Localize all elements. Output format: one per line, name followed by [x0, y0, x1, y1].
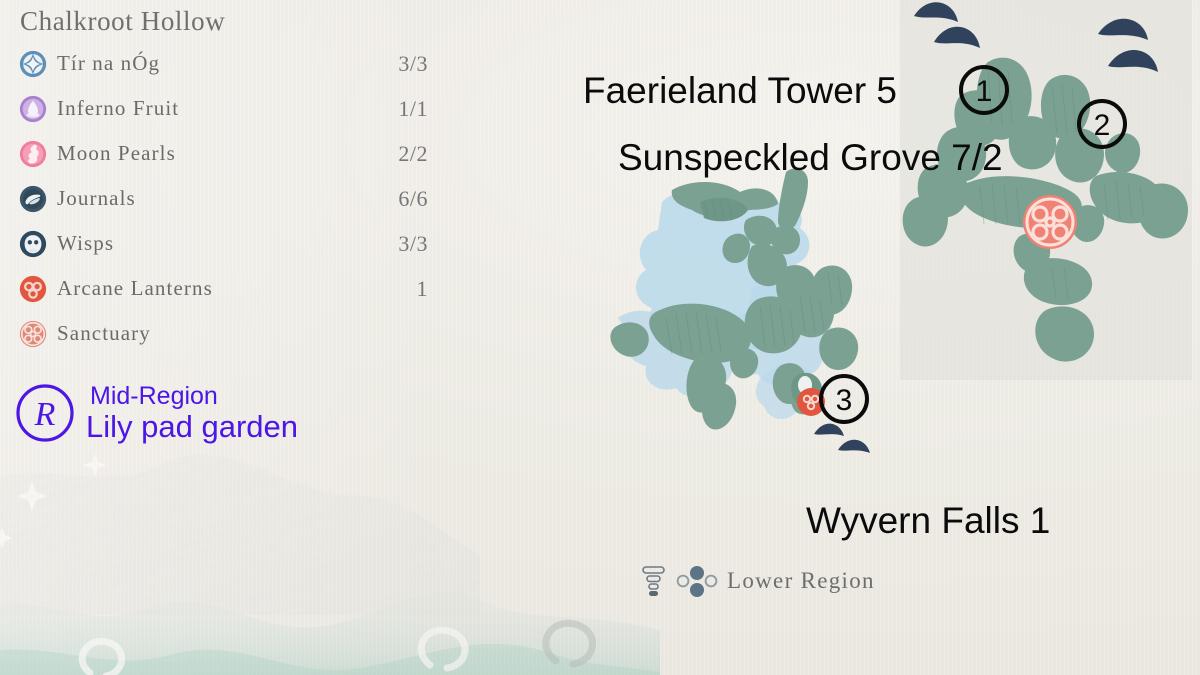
list-item-value: 3/3 — [398, 230, 428, 256]
list-item-label: Inferno Fruit — [57, 96, 180, 120]
journals-icon — [19, 185, 47, 212]
list-item-value: 3/3 — [398, 50, 428, 76]
list-item-label: Sanctuary — [57, 321, 151, 345]
map-bird-glyphs — [814, 423, 870, 453]
marker-3-number: 3 — [836, 384, 853, 417]
list-item-value: 2/2 — [398, 140, 428, 166]
map-main-landmass — [600, 150, 930, 490]
list-item[interactable]: Journals 6/6 — [18, 176, 428, 221]
sanctuary-icon — [19, 320, 47, 347]
list-item[interactable]: Tír na nÓg 3/3 — [18, 41, 428, 86]
arcane-lanterns-icon — [19, 275, 47, 302]
list-item-value: 1 — [416, 275, 428, 301]
lower-region-label: Lower Region — [727, 568, 875, 593]
list-item-label: Moon Pearls — [57, 141, 176, 165]
mid-region-annotation: R Mid-Region Lily pad garden — [14, 382, 298, 445]
bars-icon — [642, 566, 665, 596]
marker-circle-2: 2 — [1077, 99, 1127, 149]
bird-glyphs-top — [880, 0, 1200, 110]
list-item-value: 6/6 — [398, 185, 428, 211]
marker-1-number: 1 — [976, 75, 993, 108]
marker-2-number: 2 — [1094, 109, 1111, 142]
mid-region-line2: Lily pad garden — [86, 409, 298, 444]
annotation-wyvern-falls: Wyvern Falls 1 — [806, 500, 1051, 541]
circled-r-badge: R — [16, 384, 74, 442]
region-stats-panel: Chalkroot Hollow Tír na nÓg 3/3 Inferno … — [18, 6, 428, 356]
annotation-sunspeckled-grove: Sunspeckled Grove 7/2 — [618, 137, 1003, 178]
list-item[interactable]: Arcane Lanterns 1 — [18, 266, 428, 311]
marker-circle-1: 1 — [959, 65, 1009, 115]
list-item-label: Arcane Lanterns — [57, 276, 213, 300]
annotation-faerieland-tower: Faerieland Tower 5 — [583, 70, 897, 111]
page-title: Chalkroot Hollow — [20, 6, 226, 36]
list-item[interactable]: Wisps 3/3 — [18, 221, 428, 266]
moon-pearls-icon — [19, 140, 47, 167]
list-item-label: Journals — [57, 186, 136, 210]
tir-na-nog-icon — [19, 50, 47, 77]
list-item[interactable]: Inferno Fruit 1/1 — [18, 86, 428, 131]
inferno-fruit-icon — [19, 95, 47, 122]
marker-circle-3: 3 — [819, 374, 869, 424]
map-sanctuary-marker — [1023, 195, 1077, 249]
list-item-label: Tír na nÓg — [57, 51, 161, 75]
four-dots-icon — [676, 566, 718, 597]
wisps-icon — [19, 230, 47, 257]
list-item[interactable]: Moon Pearls 2/2 — [18, 131, 428, 176]
lower-region-footer: Lower Region — [641, 564, 875, 598]
list-item-value: 1/1 — [398, 95, 428, 121]
list-item-label: Wisps — [57, 231, 115, 255]
list-item[interactable]: Sanctuary — [18, 311, 428, 356]
mid-region-line1: Mid-Region — [90, 382, 218, 410]
circled-r-letter: R — [34, 396, 56, 433]
screenshot-root: Chalkroot Hollow Tír na nÓg 3/3 Inferno … — [0, 0, 1200, 675]
region-stats-list: Tír na nÓg 3/3 Inferno Fruit 1/1 Moon Pe… — [18, 41, 428, 356]
